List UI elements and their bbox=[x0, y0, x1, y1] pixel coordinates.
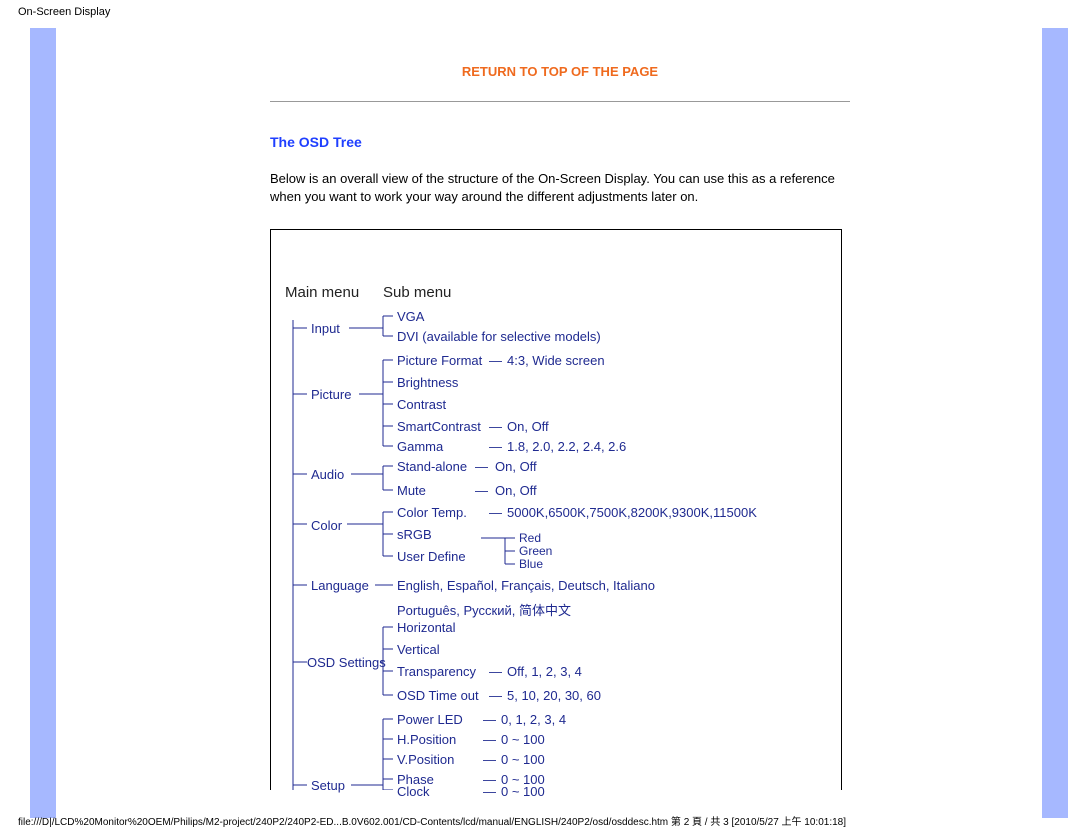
menu-setup: Setup bbox=[311, 778, 345, 793]
val-colortemp: 5000K,6500K,7500K,8200K,9300K,11500K bbox=[507, 505, 757, 520]
val-transparency: Off, 1, 2, 3, 4 bbox=[507, 664, 582, 679]
sub-gamma: Gamma bbox=[397, 439, 443, 454]
sub-contrast: Contrast bbox=[397, 397, 446, 412]
sub-smartcontrast: SmartContrast bbox=[397, 419, 481, 434]
osd-tree-diagram: Main menu Sub menu Input Picture Audio C… bbox=[270, 229, 842, 790]
val-clock: 0 ~ 100 bbox=[501, 784, 545, 799]
dash-icon: — bbox=[475, 483, 488, 498]
sub-vga: VGA bbox=[397, 309, 424, 324]
divider bbox=[270, 101, 850, 102]
sub-clock: Clock bbox=[397, 784, 430, 799]
val-hpos: 0 ~ 100 bbox=[501, 732, 545, 747]
content-column: RETURN TO TOP OF THE PAGE The OSD Tree B… bbox=[270, 28, 850, 790]
val-language2: Português, Русский, 简体中文 bbox=[397, 600, 571, 619]
val-smartcontrast: On, Off bbox=[507, 419, 549, 434]
val-picture-format: 4:3, Wide screen bbox=[507, 353, 605, 368]
val-red: Red bbox=[519, 531, 541, 545]
sub-picture-format: Picture Format bbox=[397, 353, 482, 368]
dash-icon: — bbox=[489, 353, 502, 368]
sub-menu-header: Sub menu bbox=[383, 284, 451, 301]
sub-userdefine: User Define bbox=[397, 549, 466, 564]
val-osdtimeout: 5, 10, 20, 30, 60 bbox=[507, 688, 601, 703]
dash-icon: — bbox=[489, 505, 502, 520]
sub-mute: Mute bbox=[397, 483, 426, 498]
dash-icon: — bbox=[483, 752, 496, 767]
sub-hpos: H.Position bbox=[397, 732, 456, 747]
dash-icon: — bbox=[489, 664, 502, 679]
sub-powerled: Power LED bbox=[397, 712, 463, 727]
sub-dvi: DVI (available for selective models) bbox=[397, 329, 601, 344]
menu-language: Language bbox=[311, 578, 369, 593]
sub-transparency: Transparency bbox=[397, 664, 476, 679]
menu-audio: Audio bbox=[311, 467, 344, 482]
right-stripe bbox=[1042, 28, 1068, 818]
val-green: Green bbox=[519, 544, 552, 558]
val-language1: English, Español, Français, Deutsch, Ita… bbox=[397, 578, 655, 593]
val-standalone: On, Off bbox=[495, 459, 537, 474]
page-title: On-Screen Display bbox=[18, 6, 110, 18]
sub-srgb: sRGB bbox=[397, 527, 432, 542]
sub-osdtimeout: OSD Time out bbox=[397, 688, 479, 703]
sub-standalone: Stand-alone bbox=[397, 459, 467, 474]
page: On-Screen Display RETURN TO TOP OF THE P… bbox=[0, 0, 1080, 834]
section-heading: The OSD Tree bbox=[270, 134, 850, 150]
sub-vpos: V.Position bbox=[397, 752, 454, 767]
intro-text: Below is an overall view of the structur… bbox=[270, 170, 850, 205]
dash-icon: — bbox=[489, 439, 502, 454]
menu-osd-settings: OSD Settings bbox=[307, 655, 386, 670]
dash-icon: — bbox=[475, 459, 488, 474]
dash-icon: — bbox=[483, 712, 496, 727]
sub-vertical: Vertical bbox=[397, 642, 440, 657]
sub-horizontal: Horizontal bbox=[397, 620, 456, 635]
sub-colortemp: Color Temp. bbox=[397, 505, 467, 520]
main-menu-header: Main menu bbox=[285, 284, 359, 301]
left-stripe bbox=[30, 28, 56, 818]
footer-path: file:///D|/LCD%20Monitor%20OEM/Philips/M… bbox=[18, 813, 1062, 828]
menu-color: Color bbox=[311, 518, 342, 533]
val-gamma: 1.8, 2.0, 2.2, 2.4, 2.6 bbox=[507, 439, 626, 454]
menu-input: Input bbox=[311, 321, 340, 336]
dash-icon: — bbox=[489, 419, 502, 434]
menu-picture: Picture bbox=[311, 387, 351, 402]
sub-brightness: Brightness bbox=[397, 375, 458, 390]
return-to-top-link[interactable]: RETURN TO TOP OF THE PAGE bbox=[270, 64, 850, 79]
val-blue: Blue bbox=[519, 557, 543, 571]
dash-icon: — bbox=[489, 688, 502, 703]
val-powerled: 0, 1, 2, 3, 4 bbox=[501, 712, 566, 727]
val-vpos: 0 ~ 100 bbox=[501, 752, 545, 767]
dash-icon: — bbox=[483, 732, 496, 747]
val-mute: On, Off bbox=[495, 483, 537, 498]
dash-icon: — bbox=[483, 784, 496, 799]
